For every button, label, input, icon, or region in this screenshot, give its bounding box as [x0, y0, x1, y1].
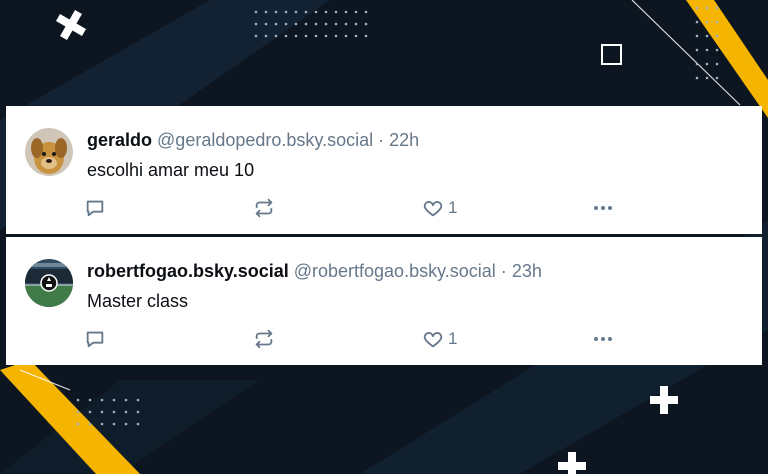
- like-count: 1: [448, 198, 458, 217]
- post-time[interactable]: 23h: [512, 261, 542, 281]
- ellipsis-icon: [594, 206, 612, 210]
- handle[interactable]: @geraldopedro.bsky.social: [157, 130, 373, 150]
- handle[interactable]: @robertfogao.bsky.social: [294, 261, 496, 281]
- reply-icon: [86, 331, 104, 348]
- separator: ·: [378, 130, 385, 150]
- post-header: geraldo @geraldopedro.bsky.social · 22h: [87, 130, 419, 151]
- display-name[interactable]: geraldo: [87, 130, 152, 150]
- post-actions: 1: [84, 327, 624, 351]
- repost-button[interactable]: [253, 196, 275, 220]
- dog-avatar-icon[interactable]: [25, 128, 73, 176]
- repost-button[interactable]: [253, 327, 275, 351]
- more-options-button[interactable]: [591, 196, 615, 220]
- post-card[interactable]: robertfogao.bsky.social @robertfogao.bsk…: [6, 237, 762, 365]
- post-text: escolhi amar meu 10: [87, 160, 255, 180]
- like-count: 1: [448, 329, 458, 348]
- heart-icon: [423, 201, 443, 217]
- separator: ·: [500, 261, 507, 281]
- reply-button[interactable]: [84, 196, 106, 220]
- like-button[interactable]: 1: [422, 196, 457, 220]
- post-header: robertfogao.bsky.social @robertfogao.bsk…: [87, 261, 542, 282]
- reply-icon: [86, 200, 104, 217]
- heart-icon: [423, 332, 443, 348]
- repost-icon: [255, 198, 273, 218]
- post-actions: 1: [84, 196, 624, 220]
- post-time[interactable]: 22h: [389, 130, 419, 150]
- post-card[interactable]: geraldo @geraldopedro.bsky.social · 22h …: [6, 106, 762, 234]
- like-button[interactable]: 1: [422, 327, 457, 351]
- repost-icon: [255, 329, 273, 349]
- display-name[interactable]: robertfogao.bsky.social: [87, 261, 289, 281]
- post-text: Master class: [87, 291, 189, 311]
- reply-button[interactable]: [84, 327, 106, 351]
- post-feed: geraldo @geraldopedro.bsky.social · 22h …: [6, 106, 762, 365]
- ellipsis-icon: [594, 337, 612, 341]
- more-options-button[interactable]: [591, 327, 615, 351]
- stadium-avatar-icon[interactable]: [25, 259, 73, 307]
